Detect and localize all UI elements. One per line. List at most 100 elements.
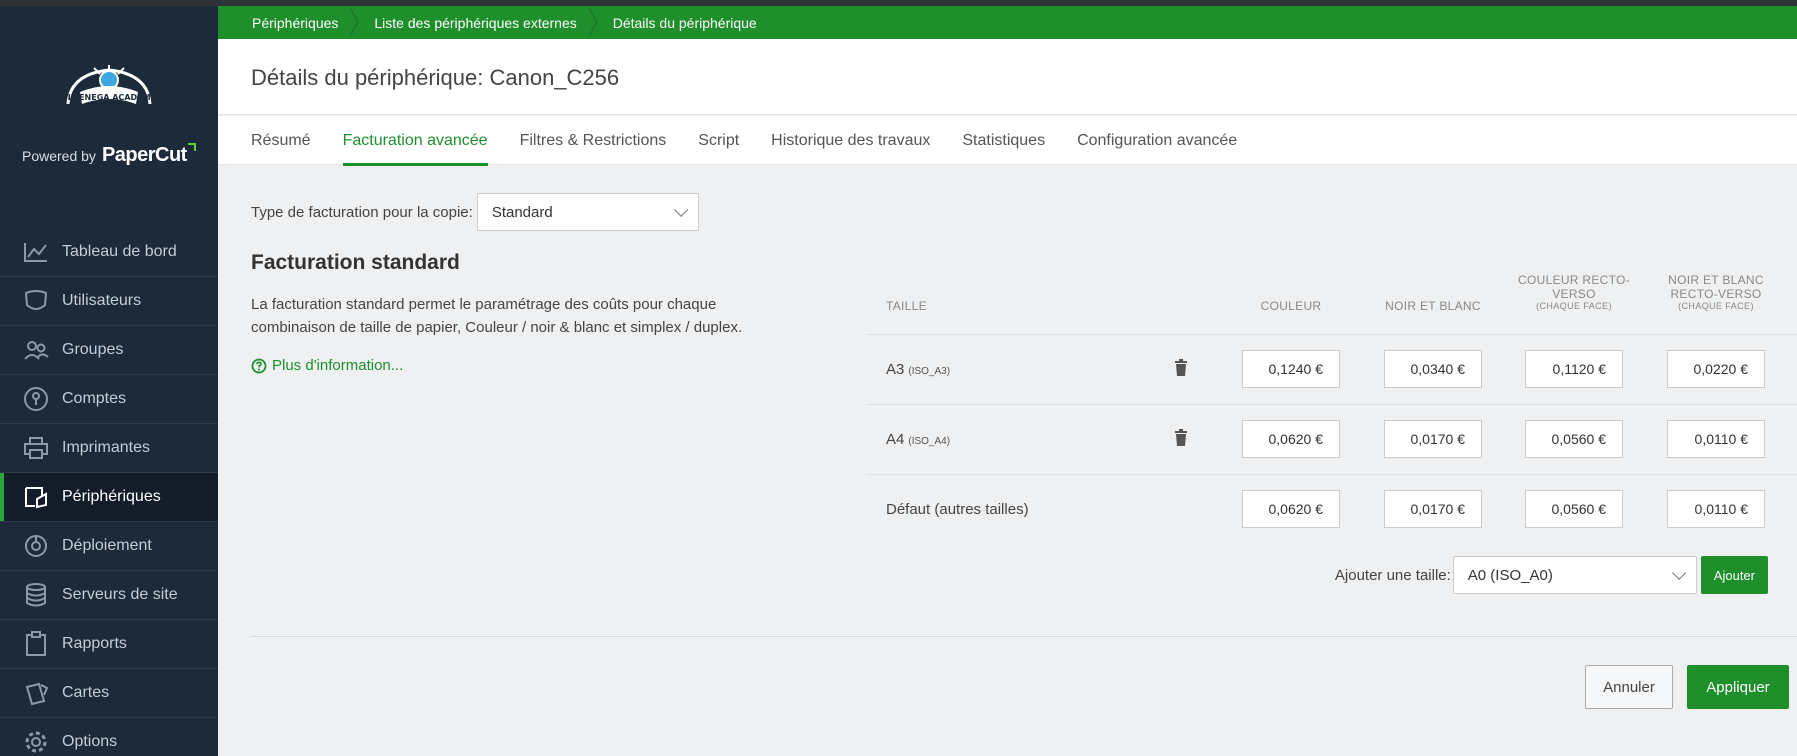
cost-bw-input[interactable]: 0,0170 € <box>1384 420 1482 458</box>
papercut-brand: PaperCut <box>102 143 196 167</box>
cost-color-duplex-input[interactable]: 0,0560 € <box>1525 420 1623 458</box>
trash-icon[interactable] <box>1174 359 1188 377</box>
chevron-down-icon <box>673 202 689 217</box>
billing-type-select[interactable]: Standard <box>476 193 699 231</box>
header-bw-duplex-label: NOIR ET BLANC RECTO-VERSO <box>1668 273 1764 301</box>
sidebar-item-groups[interactable]: Groupes <box>0 326 218 375</box>
more-info-link[interactable]: Plus d'information... <box>251 357 403 374</box>
cost-color-duplex-input[interactable]: 0,0560 € <box>1525 490 1623 528</box>
tab-advanced-charging[interactable]: Facturation avancée <box>342 116 488 166</box>
sidebar-item-label: Utilisateurs <box>62 292 142 309</box>
size-label: A4 (ISO_A4) <box>886 431 950 448</box>
sidebar-item-dashboard[interactable]: Tableau de bord <box>0 228 218 277</box>
add-size-row: Ajouter une taille: A0 (ISO_A0) Ajouter <box>1335 556 1768 594</box>
sidebar-item-label: Déploiement <box>62 537 152 554</box>
tab-bar: Résumé Facturation avancée Filtres & Res… <box>218 116 1797 166</box>
sidebar-item-label: Rapports <box>62 635 127 652</box>
database-icon <box>22 581 50 609</box>
cards-icon <box>22 679 50 707</box>
table-header: TAILLE COULEUR NOIR ET BLANC COULEUR REC… <box>866 273 1797 335</box>
apply-button[interactable]: Appliquer <box>1687 665 1789 709</box>
sidebar-item-printers[interactable]: Imprimantes <box>0 424 218 473</box>
trash-icon[interactable] <box>1174 429 1188 447</box>
printer-icon <box>22 434 50 462</box>
cost-bw-duplex-input[interactable]: 0,0220 € <box>1667 350 1765 388</box>
powered-by: Powered by PaperCut <box>22 143 212 167</box>
sidebar-item-users[interactable]: Utilisateurs <box>0 277 218 326</box>
tab-statistics[interactable]: Statistiques <box>962 116 1045 165</box>
papercut-mark-icon <box>187 143 196 151</box>
sidebar-nav: Tableau de bord Utilisateurs Groupes Com… <box>0 228 218 756</box>
cost-bw-input[interactable]: 0,0340 € <box>1384 350 1482 388</box>
chevron-right-icon <box>348 6 362 39</box>
cost-color-input[interactable]: 0,0620 € <box>1242 490 1340 528</box>
breadcrumb-label: Détails du périphérique <box>612 14 757 31</box>
powered-by-label: Powered by <box>22 148 96 164</box>
sidebar-item-reports[interactable]: Rapports <box>0 620 218 669</box>
sidebar-item-label: Imprimantes <box>62 439 151 456</box>
gear-icon <box>22 728 50 756</box>
user-icon <box>22 287 50 315</box>
sidebar-item-label: Cartes <box>62 684 110 701</box>
header-bw-duplex-sub: (CHAQUE FACE) <box>1678 301 1754 311</box>
size-code: (ISO_A3) <box>908 366 951 377</box>
sidebar-item-label: Options <box>62 733 118 750</box>
sidebar-item-cards[interactable]: Cartes <box>0 669 218 718</box>
cost-color-input[interactable]: 0,0620 € <box>1242 420 1340 458</box>
billing-type-value: Standard <box>491 203 553 221</box>
sidebar-item-label: Tableau de bord <box>62 243 177 260</box>
sidebar-item-devices[interactable]: Périphériques <box>0 473 218 522</box>
breadcrumb-label: Périphériques <box>252 14 339 31</box>
sidebar-item-label: Groupes <box>62 341 124 358</box>
tab-job-history[interactable]: Historique des travaux <box>771 116 930 165</box>
header-color: COULEUR <box>1260 299 1322 313</box>
group-icon <box>22 336 50 364</box>
breadcrumb-device-details: Détails du périphérique <box>613 15 757 31</box>
cost-color-input[interactable]: 0,1240 € <box>1242 350 1340 388</box>
add-size-select[interactable]: A0 (ISO_A0) <box>1452 556 1697 594</box>
sidebar-item-accounts[interactable]: Comptes <box>0 375 218 424</box>
cancel-button[interactable]: Annuler <box>1585 665 1673 709</box>
header-color-duplex-sub: (CHAQUE FACE) <box>1536 301 1612 311</box>
breadcrumb-label: Liste des périphériques externes <box>374 14 577 31</box>
breadcrumb-external-devices[interactable]: Liste des périphériques externes <box>374 6 612 39</box>
size-name: Défaut (autres tailles) <box>886 501 1029 518</box>
main-content: Type de facturation pour la copie: Stand… <box>218 165 1797 756</box>
chart-line-icon <box>22 238 50 266</box>
sidebar-item-deployment[interactable]: Déploiement <box>0 522 218 571</box>
more-info-label: Plus d'information... <box>272 357 404 374</box>
size-name: A4 <box>886 431 905 448</box>
bluenega-logo-icon: BLUENEGA ACADEMY <box>62 65 157 105</box>
account-icon <box>22 385 50 413</box>
tab-filters-restrictions[interactable]: Filtres & Restrictions <box>520 116 667 165</box>
cost-color-duplex-input[interactable]: 0,1120 € <box>1525 350 1623 388</box>
sidebar-item-label: Périphériques <box>62 488 161 505</box>
tab-script[interactable]: Script <box>698 116 739 165</box>
sidebar: BLUENEGA ACADEMY Powered by PaperCut Tab… <box>0 6 218 756</box>
sidebar-item-label: Comptes <box>62 390 127 407</box>
add-size-button[interactable]: Ajouter <box>1700 556 1768 594</box>
page-header: Détails du périphérique: Canon_C256 <box>218 39 1797 115</box>
table-row: A3 (ISO_A3) 0,1240 € 0,0340 € 0,1120 € 0,… <box>866 335 1797 405</box>
divider <box>251 636 1797 637</box>
sidebar-item-options[interactable]: Options <box>0 718 218 756</box>
cost-bw-duplex-input[interactable]: 0,0110 € <box>1667 490 1765 528</box>
logo-lettering: BLUENEGA ACADEMY <box>62 93 157 102</box>
page-title: Détails du périphérique: Canon_C256 <box>251 65 620 90</box>
header-size: TAILLE <box>886 299 927 313</box>
add-size-value: A0 (ISO_A0) <box>1467 566 1553 584</box>
table-row: A4 (ISO_A4) 0,0620 € 0,0170 € 0,0560 € 0,… <box>866 405 1797 475</box>
cost-bw-duplex-input[interactable]: 0,0110 € <box>1667 420 1765 458</box>
sidebar-item-site-servers[interactable]: Serveurs de site <box>0 571 218 620</box>
device-icon <box>22 483 50 511</box>
size-code: (ISO_A4) <box>908 436 951 447</box>
chevron-right-icon <box>586 6 601 39</box>
tab-summary[interactable]: Résumé <box>251 116 311 165</box>
tab-advanced-config[interactable]: Configuration avancée <box>1077 116 1237 165</box>
breadcrumb-devices[interactable]: Périphériques <box>252 6 374 39</box>
header-color-duplex: COULEUR RECTO-VERSO (CHAQUE FACE) <box>1516 273 1632 311</box>
cost-bw-input[interactable]: 0,0170 € <box>1384 490 1482 528</box>
size-name: A3 <box>886 361 905 378</box>
header-color-duplex-label: COULEUR RECTO-VERSO <box>1518 273 1630 301</box>
billing-type-label: Type de facturation pour la copie: <box>251 203 473 221</box>
